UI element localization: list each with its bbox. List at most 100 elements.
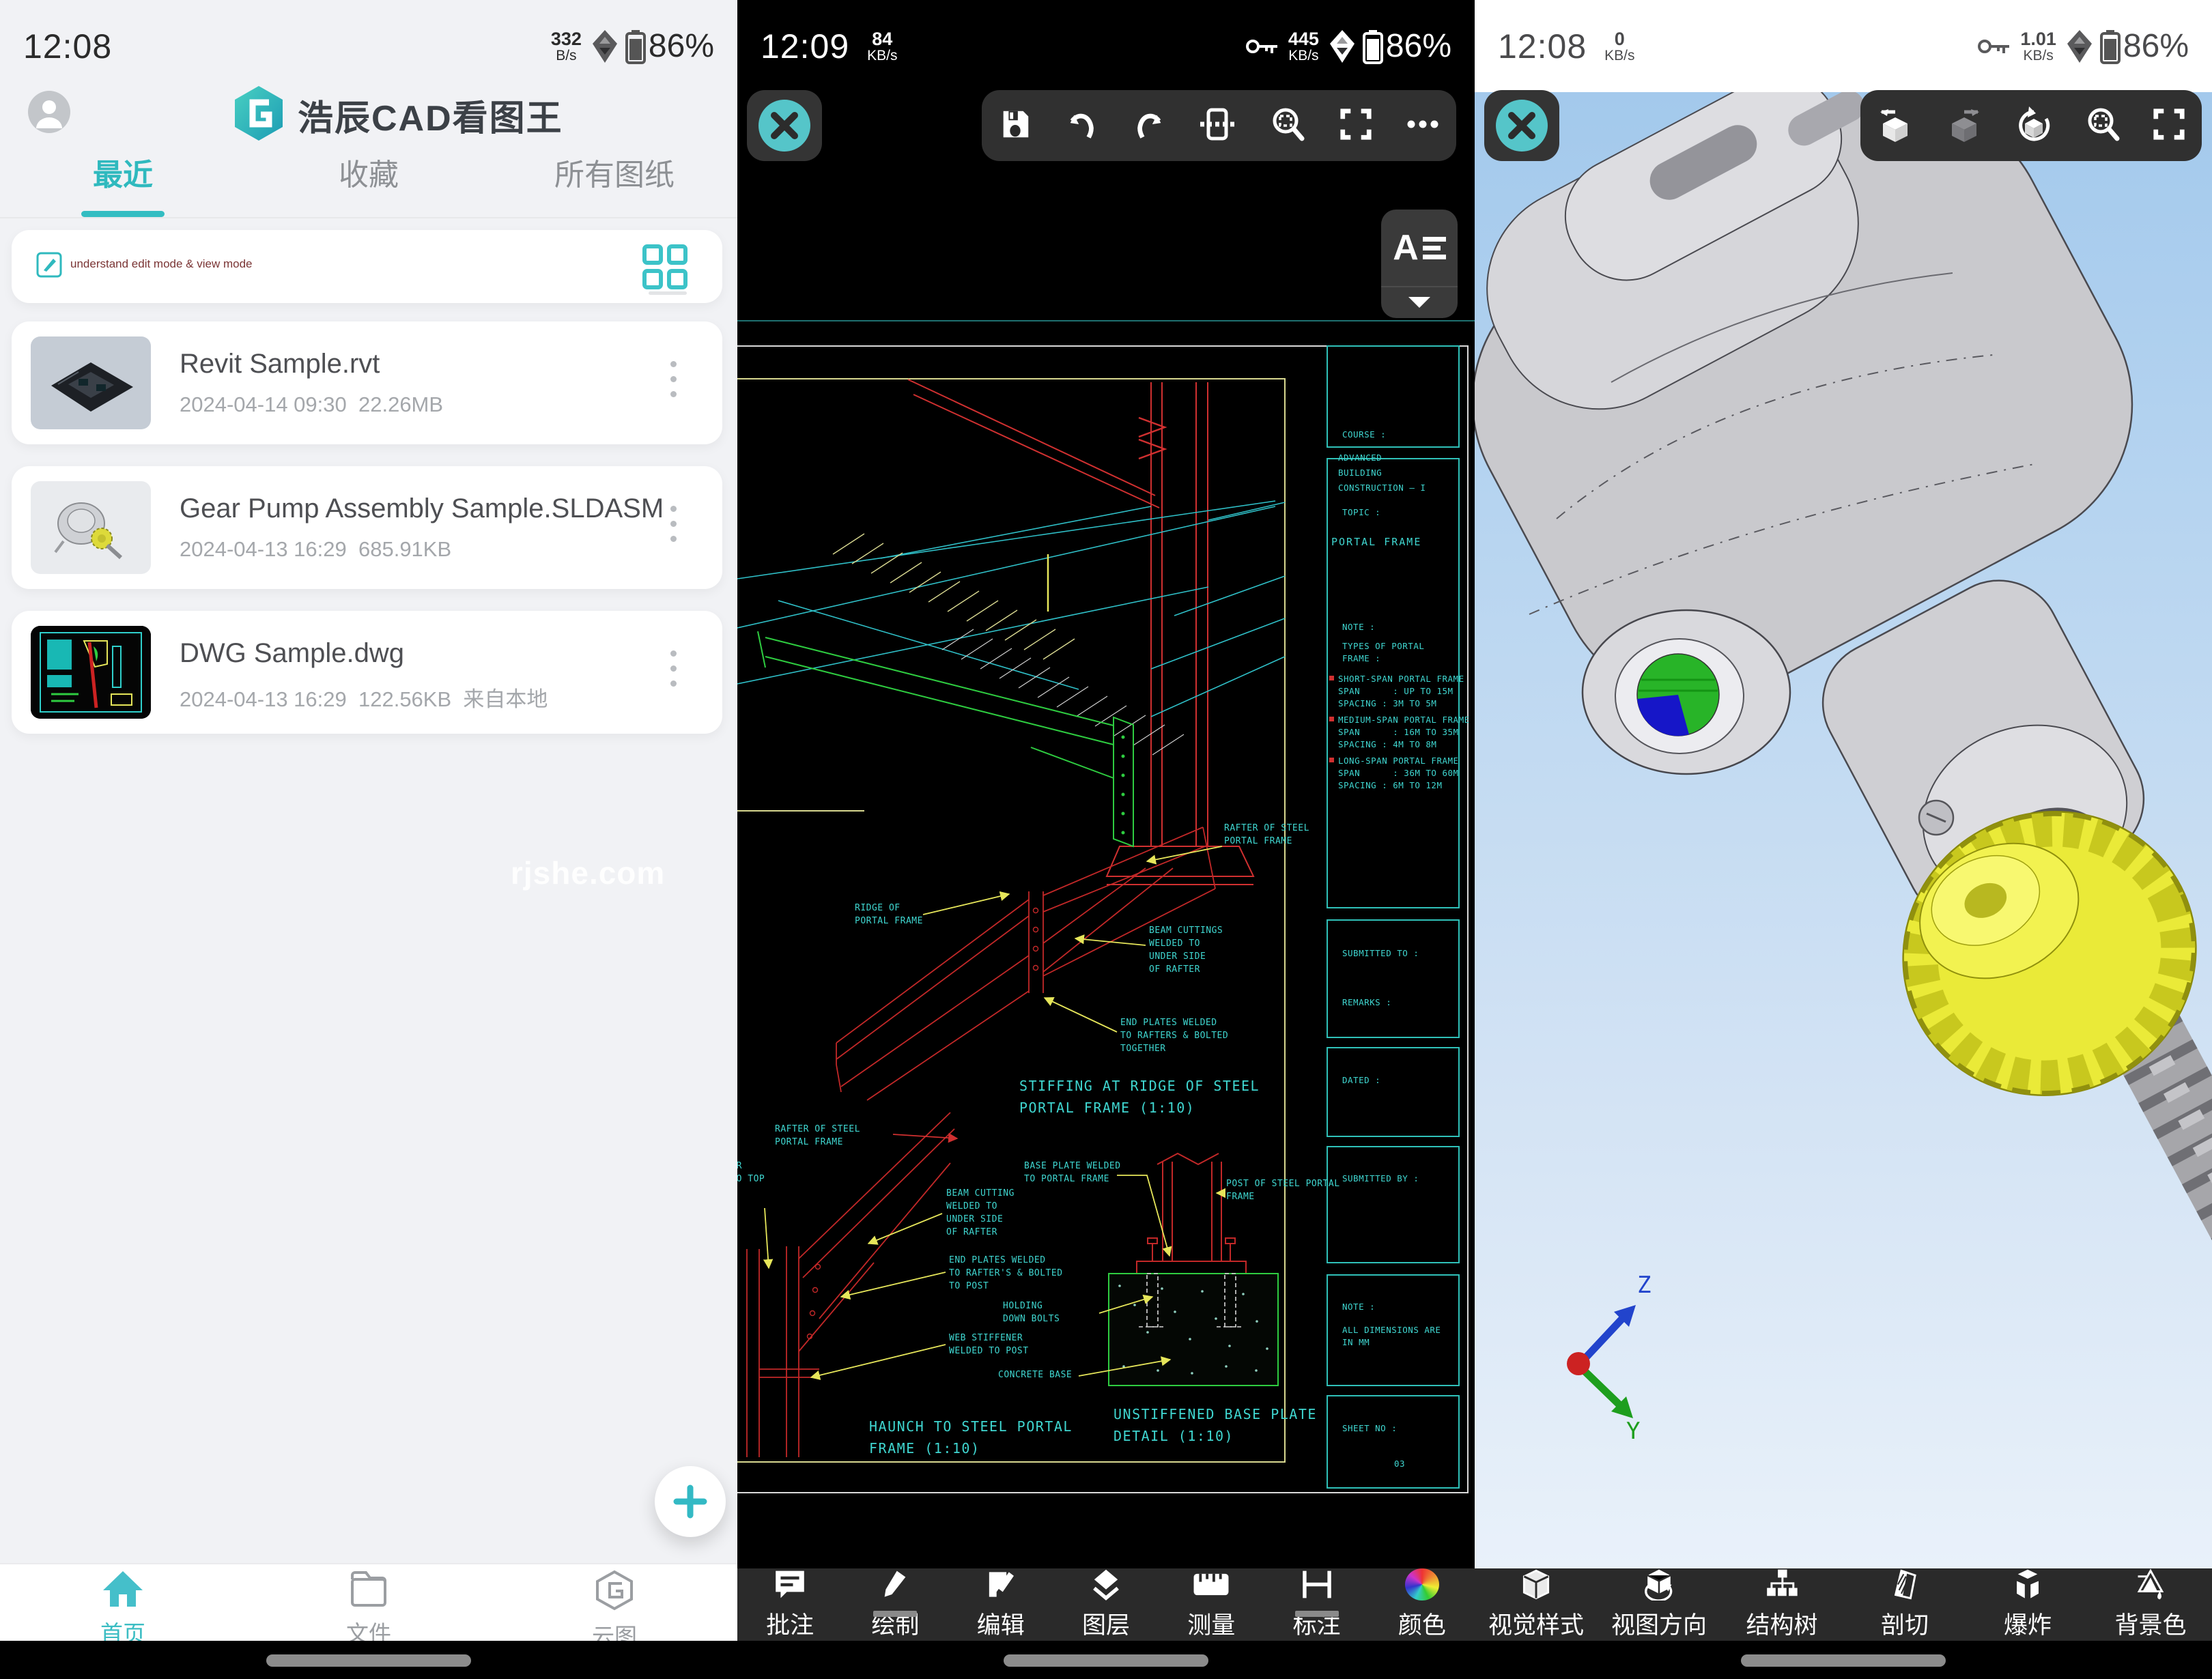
tb-course-1: ADVANCED	[1338, 452, 1382, 464]
battery-percent: 86%	[649, 27, 714, 65]
file-meta: 2024-04-13 16:29 685.91KB	[180, 537, 451, 562]
tool-measure[interactable]: 测量	[1159, 1568, 1264, 1641]
visual-style-cube-icon	[1518, 1568, 1555, 1601]
tab-recent[interactable]: 最近	[0, 150, 246, 217]
down-rate: 0 KB/s	[1604, 30, 1634, 63]
signal-icon	[591, 29, 619, 64]
annotation-end-plates-post: END PLATES WELDED TO RAFTER'S & BOLTED T…	[949, 1254, 1063, 1293]
add-file-button[interactable]	[655, 1466, 726, 1537]
view-rotate-button[interactable]	[2014, 105, 2054, 147]
color-wheel-icon	[1405, 1568, 1439, 1601]
app-logo-icon	[232, 85, 285, 145]
file-meta: 2024-04-14 09:30 22.26MB	[180, 392, 443, 417]
more-menu-icon[interactable]	[670, 361, 677, 406]
cloud-drawings-icon	[595, 1570, 634, 1611]
gesture-bar	[737, 1641, 1475, 1679]
home-indicator[interactable]	[1004, 1654, 1208, 1667]
dimension-icon	[1298, 1568, 1336, 1601]
view-forward-button[interactable]	[1945, 105, 1983, 147]
banner-pager	[649, 291, 687, 295]
ruler-icon	[1192, 1568, 1230, 1601]
tool-color[interactable]: 颜色	[1370, 1568, 1475, 1641]
app-logo: 浩辰CAD看图王	[232, 85, 563, 145]
background-color-icon	[2131, 1568, 2170, 1601]
nav-files[interactable]: 文件	[300, 1570, 437, 1648]
nav-cloud[interactable]: 云图	[546, 1570, 683, 1651]
more-menu-icon[interactable]	[670, 506, 677, 551]
tool-layers[interactable]: 图层	[1053, 1568, 1159, 1641]
tb-note-2: FRAME :	[1342, 652, 1380, 665]
fullscreen-button[interactable]	[2152, 107, 2186, 145]
grid-view-icon[interactable]	[640, 242, 690, 295]
tool-section[interactable]: 剖切	[1843, 1568, 1966, 1641]
axis-triad	[1567, 1305, 1636, 1418]
tool-state-bar	[873, 1611, 917, 1617]
view-direction-icon	[1640, 1568, 1678, 1601]
edit-mode-icon	[36, 252, 62, 281]
left-status-bar: 12:08 332 B/s 86%	[0, 0, 737, 92]
home-indicator[interactable]	[266, 1654, 471, 1667]
tb-topic: PORTAL FRAME	[1331, 535, 1421, 549]
app-logo-text: 浩辰CAD看图王	[298, 89, 563, 141]
net-rate: 332 B/s	[551, 30, 582, 63]
detail-title-haunch: HAUNCH TO STEEL PORTAL FRAME (1:10)	[869, 1416, 1073, 1459]
tool-draw[interactable]: 绘制	[842, 1568, 948, 1641]
comment-icon	[771, 1568, 808, 1601]
folder-icon	[348, 1570, 389, 1608]
file-thumbnail	[31, 336, 151, 429]
annotation-beam-cuttings: BEAM CUTTINGS WELDED TO UNDER SIDE OF RA…	[1149, 925, 1223, 976]
tool-dimension[interactable]: 标注	[1264, 1568, 1369, 1641]
tb-type2-name: MEDIUM-SPAN PORTAL FRAME	[1338, 714, 1470, 726]
avatar[interactable]	[27, 90, 71, 137]
tool-edit[interactable]: 编辑	[948, 1568, 1053, 1641]
tb-type1-spacing: SPACING : 3M TO 5M	[1338, 698, 1436, 710]
file-row-dwg[interactable]: DWG Sample.dwg 2024-04-13 16:29 122.56KB…	[12, 611, 722, 734]
file-meta: 2024-04-13 16:29 122.56KB 来自本地	[180, 682, 548, 713]
tb-type3-span: SPAN : 36M TO 60M	[1338, 767, 1459, 779]
annotation-stiffener: STIFFENER WELDED TO TOP POST	[737, 1160, 765, 1199]
close-icon	[1495, 99, 1548, 152]
file-name: Revit Sample.rvt	[180, 349, 380, 379]
tab-favorites[interactable]: 收藏	[246, 150, 492, 217]
file-thumbnail	[31, 481, 151, 574]
tool-background-color[interactable]: 背景色	[2089, 1568, 2212, 1641]
annotation-concrete-base: CONCRETE BASE	[998, 1369, 1072, 1382]
detail-title-ridge: STIFFING AT RIDGE OF STEEL PORTAL FRAME …	[1019, 1075, 1260, 1119]
gesture-bar	[0, 1641, 737, 1679]
file-row-revit[interactable]: Revit Sample.rvt 2024-04-14 09:30 22.26M…	[12, 321, 722, 444]
file-name: DWG Sample.dwg	[180, 638, 404, 669]
more-menu-icon[interactable]	[670, 650, 677, 695]
detail-title-base-plate: UNSTIFFENED BASE PLATE DETAIL (1:10)	[1114, 1403, 1317, 1447]
clock: 12:08	[23, 27, 112, 66]
model-scene: Z Y	[1475, 92, 2212, 1568]
model-viewport[interactable]	[1475, 92, 2212, 1568]
file-row-gearpump[interactable]: Gear Pump Assembly Sample.SLDASM 2024-04…	[12, 466, 722, 589]
three-phone-screens: 12:08 332 B/s 86%	[0, 0, 2212, 1679]
layers-icon	[1088, 1568, 1124, 1601]
annotation-rafter-left: RAFTER OF STEEL PORTAL FRAME	[775, 1123, 860, 1149]
gesture-bar	[1475, 1641, 2212, 1679]
close-model-button[interactable]	[1484, 90, 1559, 161]
home-indicator[interactable]	[1741, 1654, 1946, 1667]
drawing-viewer-panel: 12:09 84 KB/s 445 KB/s 86%	[737, 0, 1475, 1679]
tool-structure-tree[interactable]: 结构树	[1720, 1568, 1843, 1641]
edit-square-icon	[982, 1568, 1019, 1601]
view-back-button[interactable]	[1876, 105, 1914, 147]
tab-all-drawings[interactable]: 所有图纸	[492, 150, 737, 217]
zoom-window-button[interactable]	[2084, 106, 2121, 146]
tool-visual-style[interactable]: 视觉样式	[1475, 1568, 1598, 1641]
promo-banner[interactable]: understand edit mode & view mode	[12, 230, 722, 303]
signal-icon	[2066, 29, 2093, 64]
key-icon	[1976, 35, 2012, 57]
tool-view-direction[interactable]: 视图方向	[1598, 1568, 1720, 1641]
model-viewer-panel: 12:08 0 KB/s 1.01 KB/s 86%	[1475, 0, 2212, 1679]
tb-course-3: CONSTRUCTION — I	[1338, 482, 1426, 494]
file-thumbnail	[31, 626, 151, 719]
tb-type3-spacing: SPACING : 6M TO 12M	[1338, 779, 1443, 792]
home-screen-panel: 12:08 332 B/s 86%	[0, 0, 737, 1679]
nav-home[interactable]: 首页	[55, 1570, 191, 1648]
tool-comment[interactable]: 批注	[737, 1568, 842, 1641]
watermark: rjshe.com	[511, 855, 665, 891]
tool-explode[interactable]: 爆炸	[1966, 1568, 2089, 1641]
tb-course-label: COURSE :	[1342, 429, 1386, 441]
